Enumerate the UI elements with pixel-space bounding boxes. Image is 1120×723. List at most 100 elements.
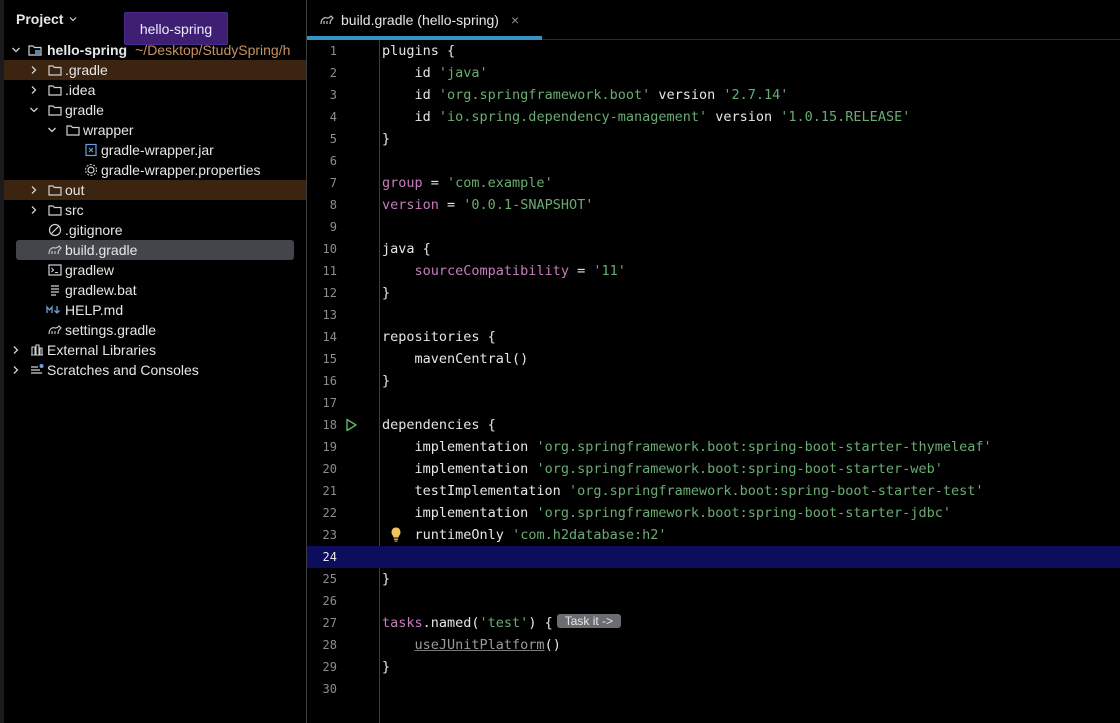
tree-item-wrapper[interactable]: wrapper (4, 120, 306, 140)
code-text: java { (382, 241, 431, 257)
tree-item-scratches[interactable]: Scratches and Consoles (4, 360, 306, 380)
folder-icon (48, 185, 62, 196)
tab-build-gradle[interactable]: build.gradle (hello-spring) × (307, 0, 542, 40)
code-line: 15 mavenCentral() (307, 348, 1120, 370)
tree-item-label: HELP.md (65, 302, 124, 318)
code-line: 11 sourceCompatibility = '11' (307, 260, 1120, 282)
code-text: sourceCompatibility = '11' (414, 263, 626, 279)
libraries-icon (31, 344, 43, 356)
chevron-right-icon[interactable] (28, 84, 40, 96)
line-number: 23 (322, 528, 337, 542)
tree-item-label: External Libraries (47, 342, 156, 358)
code-text: id 'java' (414, 65, 488, 81)
project-view-selector[interactable]: Project (16, 9, 78, 29)
folder-icon (48, 65, 62, 76)
chevron-down-icon[interactable] (46, 124, 58, 136)
code-text: } (382, 131, 391, 147)
tree-item-label: .idea (65, 82, 96, 98)
line-number: 30 (322, 682, 337, 696)
code-line: 4 id 'io.spring.dependency-management' v… (307, 106, 1120, 128)
tree-item-label: .gitignore (65, 222, 123, 238)
editor-area: build.gradle (hello-spring) × 1 plugins … (307, 0, 1120, 723)
tree-item-external-libraries[interactable]: External Libraries (4, 340, 306, 360)
code-line: 9 (307, 216, 1120, 238)
code-line: 21 testImplementation 'org.springframewo… (307, 480, 1120, 502)
tree-item-gitignore[interactable]: .gitignore (4, 220, 306, 240)
project-tool-window: Project hello-spring hello-spring ~/Deskt… (0, 0, 307, 723)
gradle-icon (319, 13, 335, 27)
tree-item-out[interactable]: out (4, 180, 306, 200)
tree-item-src[interactable]: src (4, 200, 306, 220)
tree-item-label: Scratches and Consoles (47, 362, 199, 378)
code-line: 18 dependencies { (307, 414, 1120, 436)
code-text: mavenCentral() (414, 351, 529, 367)
tree-item-gradlew[interactable]: gradlew (4, 260, 306, 280)
code-line: 16 } (307, 370, 1120, 392)
tree-item-gradle-wrapper-properties[interactable]: gradle-wrapper.properties (4, 160, 306, 180)
tree-item-dot-gradle[interactable]: .gradle (4, 60, 306, 80)
tree-item-label: out (65, 182, 85, 198)
code-text: } (382, 571, 391, 587)
code-line: 10 java { (307, 238, 1120, 260)
tab-label: build.gradle (hello-spring) (341, 12, 499, 28)
tree-item-help-md[interactable]: HELP.md (4, 300, 306, 320)
chevron-right-icon[interactable] (28, 204, 40, 216)
tree-item-dot-idea[interactable]: .idea (4, 80, 306, 100)
gradle-icon (48, 325, 62, 335)
tree-item-build-gradle[interactable]: build.gradle (16, 240, 294, 260)
tree-item-settings-gradle[interactable]: settings.gradle (4, 320, 306, 340)
tree-item-label: gradle-wrapper.properties (101, 162, 261, 178)
line-number: 11 (322, 264, 337, 278)
code-line: 1 plugins { (307, 40, 1120, 62)
chevron-right-icon[interactable] (28, 184, 40, 196)
chevron-right-icon[interactable] (10, 344, 22, 356)
tree-item-gradle-wrapper-jar[interactable]: gradle-wrapper.jar (4, 140, 306, 160)
tree-item-gradlew-bat[interactable]: gradlew.bat (4, 280, 306, 300)
code-text: id 'org.springframework.boot' version '2… (414, 87, 789, 103)
code-line: 19 implementation 'org.springframework.b… (307, 436, 1120, 458)
code-line: 17 (307, 392, 1120, 414)
markdown-icon (46, 305, 60, 314)
tree-item-label: gradle (65, 102, 104, 118)
line-number: 29 (322, 660, 337, 674)
chevron-down-icon[interactable] (28, 104, 40, 116)
line-number: 22 (322, 506, 337, 520)
tree-item-label: gradlew (65, 262, 115, 278)
chevron-right-icon[interactable] (28, 64, 40, 76)
code-line: 8 version = '0.0.1-SNAPSHOT' (307, 194, 1120, 216)
line-number: 1 (329, 44, 337, 58)
text-file-icon (51, 285, 59, 296)
code-text: implementation 'org.springframework.boot… (414, 439, 992, 455)
line-number: 5 (329, 132, 337, 146)
code-text: plugins { (382, 43, 456, 59)
scratches-icon (31, 364, 44, 374)
run-gutter-icon[interactable] (344, 418, 358, 432)
folder-icon (66, 125, 80, 136)
code-text: id 'io.spring.dependency-management' ver… (414, 109, 911, 125)
line-number: 14 (322, 330, 337, 344)
line-number: 19 (322, 440, 337, 454)
tree-item-gradle[interactable]: gradle (4, 100, 306, 120)
line-number: 6 (329, 154, 337, 168)
code-line-current: 24 (307, 546, 1120, 568)
jar-icon (85, 143, 97, 157)
tree-item-label: hello-spring (47, 42, 128, 58)
close-icon[interactable]: × (511, 12, 519, 28)
line-number: 2 (329, 66, 337, 80)
task-inlay-hint[interactable]: Task it -> (556, 614, 622, 628)
properties-gear-icon (85, 164, 97, 176)
tree-item-label: .gradle (65, 62, 108, 78)
tree-item-label: wrapper (83, 122, 134, 138)
tree-item-label: build.gradle (65, 242, 138, 258)
code-line: 30 (307, 678, 1120, 700)
code-line: 14 repositories { (307, 326, 1120, 348)
code-line: 27 tasks.named('test') {Task it -> (307, 612, 1120, 634)
chevron-right-icon[interactable] (10, 364, 22, 376)
chevron-down-icon[interactable] (10, 44, 22, 56)
line-number: 28 (322, 638, 337, 652)
line-number: 7 (329, 176, 337, 190)
project-title: Project (16, 11, 64, 27)
line-number: 27 (322, 616, 337, 630)
folder-icon (48, 105, 62, 116)
code-text: implementation 'org.springframework.boot… (414, 461, 943, 477)
